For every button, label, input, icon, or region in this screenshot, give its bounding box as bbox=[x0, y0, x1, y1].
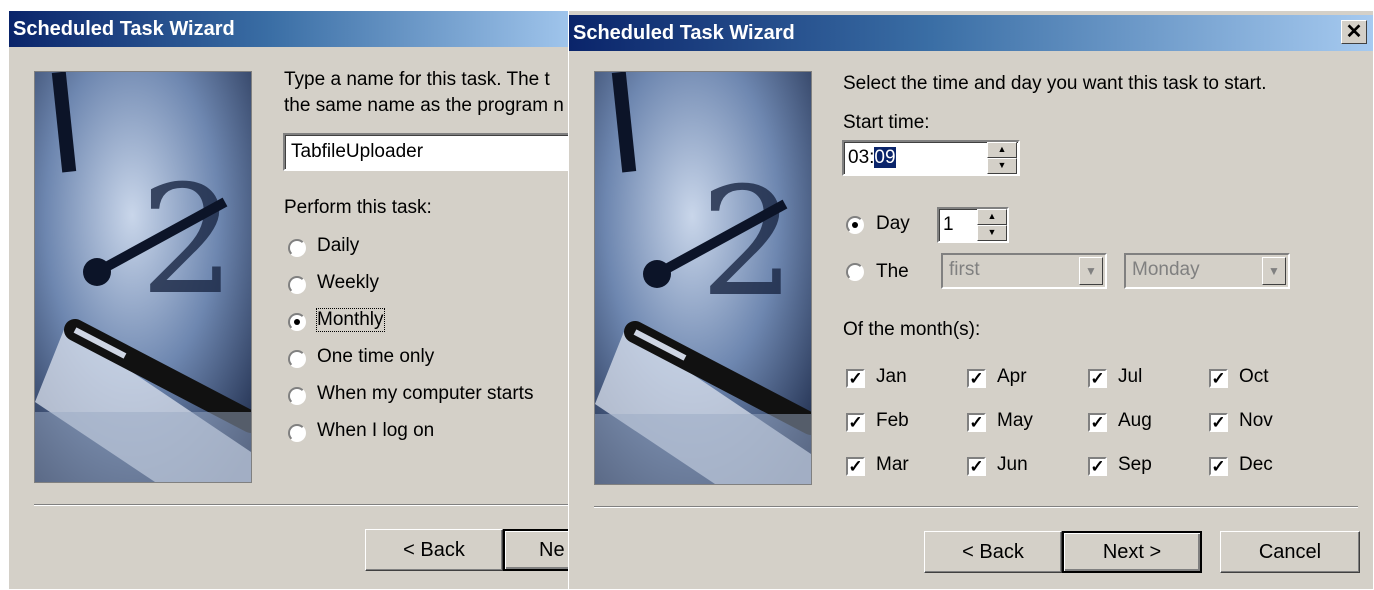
month-label: Mar bbox=[876, 454, 909, 475]
right-wizard-window: Scheduled Task Wizard ✕ 2 Select the tim… bbox=[568, 10, 1374, 590]
start-time-hours: 03: bbox=[848, 147, 875, 168]
weekday-select[interactable]: Monday ▼ bbox=[1124, 253, 1290, 289]
frequency-radio[interactable] bbox=[288, 350, 306, 368]
the-radio[interactable] bbox=[846, 263, 864, 281]
the-label: The bbox=[876, 261, 909, 282]
month-label: Jul bbox=[1118, 366, 1143, 387]
frequency-option-label[interactable]: When I log on bbox=[317, 420, 434, 442]
frequency-option-label[interactable]: Weekly bbox=[317, 272, 379, 294]
left-back-button[interactable]: < Back bbox=[365, 529, 503, 571]
wizard-clock-pen-image-2: 2 bbox=[594, 71, 812, 485]
spin-up-icon[interactable]: ▲ bbox=[987, 142, 1017, 158]
month-label: Sep bbox=[1118, 454, 1152, 475]
month-checkbox[interactable]: ✓ bbox=[846, 369, 865, 388]
frequency-radio[interactable] bbox=[288, 313, 306, 331]
month-label: Nov bbox=[1239, 410, 1273, 431]
next-label: Next > bbox=[1102, 541, 1162, 563]
frequency-option-label[interactable]: One time only bbox=[317, 346, 434, 368]
month-label: Jun bbox=[997, 454, 1028, 475]
month-checkbox[interactable]: ✓ bbox=[967, 457, 986, 476]
left-prompt-line2: the same name as the program n bbox=[284, 95, 564, 116]
cancel-label: Cancel bbox=[1258, 541, 1322, 563]
wizard-clock-pen-image: 2 bbox=[34, 71, 252, 483]
left-back-label: < Back bbox=[403, 539, 465, 561]
frequency-radio[interactable] bbox=[288, 239, 306, 257]
back-label: < Back bbox=[962, 541, 1024, 563]
chevron-down-icon[interactable]: ▼ bbox=[1079, 257, 1103, 285]
start-time-minutes: 09 bbox=[874, 147, 896, 168]
month-label: Feb bbox=[876, 410, 909, 431]
next-button[interactable]: Next > bbox=[1062, 531, 1202, 573]
left-prompt-line1: Type a name for this task. The t bbox=[284, 69, 550, 90]
month-checkbox[interactable]: ✓ bbox=[1209, 457, 1228, 476]
clock-pen-illustration: 2 bbox=[35, 72, 251, 482]
left-window-title: Scheduled Task Wizard bbox=[13, 18, 235, 40]
months-label: Of the month(s): bbox=[843, 319, 981, 340]
perform-task-label: Perform this task: bbox=[284, 197, 432, 218]
week-select-value: first bbox=[949, 259, 980, 280]
right-separator bbox=[594, 506, 1358, 508]
start-time-spinner[interactable]: ▲ ▼ bbox=[987, 142, 1017, 174]
day-radio[interactable] bbox=[846, 216, 864, 234]
cancel-button[interactable]: Cancel bbox=[1220, 531, 1360, 573]
right-window-title: Scheduled Task Wizard bbox=[573, 22, 795, 44]
frequency-radio[interactable] bbox=[288, 387, 306, 405]
month-label: Apr bbox=[997, 366, 1027, 387]
frequency-option-label[interactable]: When my computer starts bbox=[317, 383, 533, 405]
left-title-bar[interactable]: Scheduled Task Wizard bbox=[9, 11, 589, 47]
frequency-option-label[interactable]: Daily bbox=[317, 235, 359, 257]
day-value: 1 bbox=[943, 214, 954, 235]
chevron-down-icon[interactable]: ▼ bbox=[1262, 257, 1286, 285]
task-name-input[interactable]: TabfileUploader bbox=[283, 133, 589, 171]
month-label: Jan bbox=[876, 366, 907, 387]
close-icon[interactable]: ✕ bbox=[1341, 20, 1367, 44]
frequency-option-label[interactable]: Monthly bbox=[316, 308, 385, 332]
spin-down-icon[interactable]: ▼ bbox=[977, 225, 1007, 241]
spin-down-icon[interactable]: ▼ bbox=[987, 158, 1017, 174]
month-label: Dec bbox=[1239, 454, 1273, 475]
month-checkbox[interactable]: ✓ bbox=[967, 413, 986, 432]
right-title-bar[interactable]: Scheduled Task Wizard ✕ bbox=[569, 15, 1373, 51]
day-spinner[interactable]: ▲ ▼ bbox=[977, 209, 1007, 241]
spin-up-icon[interactable]: ▲ bbox=[977, 209, 1007, 225]
left-next-label: Ne bbox=[539, 539, 565, 561]
month-checkbox[interactable]: ✓ bbox=[1209, 413, 1228, 432]
start-time-label: Start time: bbox=[843, 112, 930, 133]
frequency-radio[interactable] bbox=[288, 276, 306, 294]
week-select[interactable]: first ▼ bbox=[941, 253, 1107, 289]
month-checkbox[interactable]: ✓ bbox=[846, 457, 865, 476]
clock-pen-illustration-2: 2 bbox=[595, 72, 811, 484]
month-label: Aug bbox=[1118, 410, 1152, 431]
day-label: Day bbox=[876, 213, 910, 234]
month-checkbox[interactable]: ✓ bbox=[1088, 457, 1107, 476]
month-checkbox[interactable]: ✓ bbox=[1209, 369, 1228, 388]
month-label: May bbox=[997, 410, 1033, 431]
frequency-radio[interactable] bbox=[288, 424, 306, 442]
instruction-text: Select the time and day you want this ta… bbox=[843, 73, 1267, 94]
month-checkbox[interactable]: ✓ bbox=[1088, 369, 1107, 388]
left-wizard-window: Scheduled Task Wizard 2 Type a name for … bbox=[8, 10, 590, 590]
back-button[interactable]: < Back bbox=[924, 531, 1062, 573]
weekday-select-value: Monday bbox=[1132, 259, 1200, 280]
left-separator bbox=[34, 504, 589, 506]
month-checkbox[interactable]: ✓ bbox=[967, 369, 986, 388]
month-checkbox[interactable]: ✓ bbox=[846, 413, 865, 432]
task-name-value: TabfileUploader bbox=[291, 141, 424, 162]
month-label: Oct bbox=[1239, 366, 1269, 387]
month-checkbox[interactable]: ✓ bbox=[1088, 413, 1107, 432]
